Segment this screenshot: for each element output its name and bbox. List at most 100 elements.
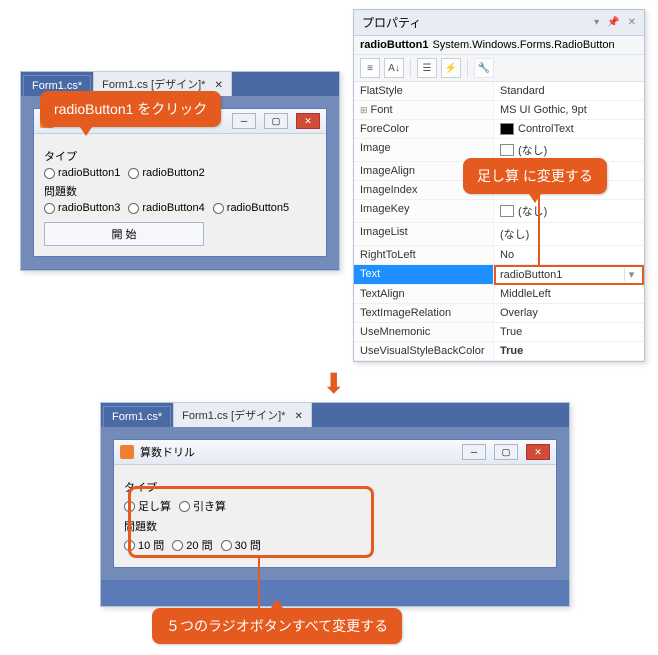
property-value-text: (なし) (518, 203, 547, 219)
radio-circle-icon (179, 501, 190, 512)
properties-object-selector[interactable]: radioButton1 System.Windows.Forms.RadioB… (354, 36, 644, 55)
property-value-forecolor[interactable]: ControlText (494, 120, 644, 139)
radio-button-4[interactable]: radioButton4 (128, 202, 204, 214)
property-value-text: Overlay (500, 307, 538, 319)
property-value-righttoleft[interactable]: No (494, 246, 644, 265)
radio-label: 30 問 (235, 537, 261, 553)
group-label-type: タイプ (44, 148, 316, 164)
property-value-flatstyle[interactable]: Standard (494, 82, 644, 101)
radio-label: 10 問 (138, 537, 164, 553)
form-titlebar[interactable]: 算数ドリル ─ ▢ ✕ (114, 440, 556, 465)
properties-button[interactable]: ☰ (417, 58, 437, 78)
property-name-font[interactable]: Font (354, 101, 494, 120)
property-name-usemnemonic[interactable]: UseMnemonic (354, 323, 494, 342)
pin-icon[interactable]: 📌 (607, 17, 619, 28)
property-value-imagelist[interactable]: (なし) (494, 223, 644, 246)
window-controls: ▾ 📌 ✕ (594, 17, 636, 28)
property-name-flatstyle[interactable]: FlatStyle (354, 82, 494, 101)
radio-button-10[interactable]: 10 問 (124, 537, 164, 553)
property-value-textalign[interactable]: MiddleLeft (494, 285, 644, 304)
start-button[interactable]: 開 始 (44, 222, 204, 246)
property-name-imagelist[interactable]: ImageList (354, 223, 494, 246)
close-button[interactable]: ✕ (526, 444, 550, 460)
radio-circle-icon (124, 540, 135, 551)
form-window[interactable]: 算数ドリル ─ ▢ ✕ タイプ radioButton1 radioButton… (33, 108, 327, 257)
radio-button-1[interactable]: radioButton1 (44, 167, 120, 179)
property-value-font[interactable]: MS UI Gothic, 9pt (494, 101, 644, 120)
group-label-count: 問題数 (124, 518, 546, 534)
form-client: タイプ radioButton1 radioButton2 問題数 radioB… (34, 134, 326, 256)
radio-button-5[interactable]: radioButton5 (213, 202, 289, 214)
designer-tabs: Form1.cs* Form1.cs [デザイン]* ✕ (101, 403, 569, 427)
property-value-textimagerelation[interactable]: Overlay (494, 304, 644, 323)
property-name-imagekey[interactable]: ImageKey (354, 200, 494, 223)
close-icon[interactable]: ✕ (294, 411, 302, 422)
designer-surface[interactable]: 算数ドリル ─ ▢ ✕ タイプ 足し算 引き算 問題数 10 問 20 問 30… (101, 427, 569, 580)
close-icon[interactable]: ✕ (628, 17, 636, 28)
arrow-down-icon: ⬇ (322, 367, 345, 400)
radio-circle-icon (213, 203, 224, 214)
dropdown-icon[interactable]: ▾ (594, 17, 599, 28)
radio-label: 20 問 (186, 537, 212, 553)
property-value-usemnemonic[interactable]: True (494, 323, 644, 342)
property-value-text[interactable]: radioButton1 ▾ (494, 265, 644, 285)
selected-object-type: System.Windows.Forms.RadioButton (432, 39, 614, 51)
radio-row-type: 足し算 引き算 (124, 498, 546, 514)
property-value-text: True (500, 345, 523, 357)
events-button[interactable]: ⚡ (441, 58, 461, 78)
form-window[interactable]: 算数ドリル ─ ▢ ✕ タイプ 足し算 引き算 問題数 10 問 20 問 30… (113, 439, 557, 568)
radio-label: 引き算 (193, 498, 226, 514)
property-value-usevisualstylebackcolor[interactable]: True (494, 342, 644, 361)
group-label-type: タイプ (124, 479, 546, 495)
radio-button-30[interactable]: 30 問 (221, 537, 261, 553)
tab-design[interactable]: Form1.cs [デザイン]* ✕ (173, 402, 312, 427)
property-name-usevisualstylebackcolor[interactable]: UseVisualStyleBackColor (354, 342, 494, 361)
color-swatch-icon (500, 123, 514, 135)
radio-label: radioButton2 (142, 167, 204, 179)
properties-grid[interactable]: FlatStyle Standard FontMS UI Gothic, 9ptFo… (354, 82, 644, 361)
property-value-text: No (500, 249, 514, 261)
minimize-button[interactable]: ─ (232, 113, 256, 129)
radio-button-3[interactable]: radioButton3 (44, 202, 120, 214)
wrench-button[interactable]: 🔧 (474, 58, 494, 78)
radio-circle-icon (124, 501, 135, 512)
callout-text: 足し算 に変更する (477, 168, 593, 184)
radio-row-count: 10 問 20 問 30 問 (124, 537, 546, 553)
radio-button-addition[interactable]: 足し算 (124, 498, 171, 514)
empty-swatch-icon (500, 144, 514, 156)
radio-circle-icon (128, 168, 139, 179)
alphabetical-button[interactable]: A↓ (384, 58, 404, 78)
tab-code[interactable]: Form1.cs* (103, 406, 171, 427)
radio-button-subtraction[interactable]: 引き算 (179, 498, 226, 514)
maximize-button[interactable]: ▢ (494, 444, 518, 460)
property-name-righttoleft[interactable]: RightToLeft (354, 246, 494, 265)
radio-label: radioButton5 (227, 202, 289, 214)
maximize-button[interactable]: ▢ (264, 113, 288, 129)
designer-window-after: Form1.cs* Form1.cs [デザイン]* ✕ 算数ドリル ─ ▢ ✕… (100, 402, 570, 607)
property-name-text[interactable]: Text (354, 265, 494, 285)
tab-label: Form1.cs* (112, 411, 162, 423)
chevron-down-icon[interactable]: ▾ (624, 268, 638, 281)
property-value-text: (なし) (518, 142, 547, 158)
radio-circle-icon (172, 540, 183, 551)
property-value-text: True (500, 326, 522, 338)
close-button[interactable]: ✕ (296, 113, 320, 129)
categorized-button[interactable]: ≡ (360, 58, 380, 78)
properties-toolbar: ≡ A↓ ☰ ⚡ 🔧 (354, 55, 644, 82)
radio-label: radioButton1 (58, 167, 120, 179)
properties-titlebar[interactable]: プロパティ ▾ 📌 ✕ (354, 10, 644, 36)
callout-text: ５つのラジオボタンすべて変更する (166, 618, 388, 634)
radio-row-count: radioButton3 radioButton4 radioButton5 (44, 202, 316, 214)
form-icon (120, 445, 134, 459)
radio-button-2[interactable]: radioButton2 (128, 167, 204, 179)
property-value-text: radioButton1 (500, 269, 562, 281)
minimize-button[interactable]: ─ (462, 444, 486, 460)
close-icon[interactable]: ✕ (214, 80, 222, 91)
property-name-textimagerelation[interactable]: TextImageRelation (354, 304, 494, 323)
callout-text: radioButton1 をクリック (54, 101, 207, 117)
property-value-text: Standard (500, 85, 545, 97)
property-name-textalign[interactable]: TextAlign (354, 285, 494, 304)
property-name-forecolor[interactable]: ForeColor (354, 120, 494, 139)
radio-button-20[interactable]: 20 問 (172, 537, 212, 553)
property-value-imagekey[interactable]: (なし) (494, 200, 644, 223)
